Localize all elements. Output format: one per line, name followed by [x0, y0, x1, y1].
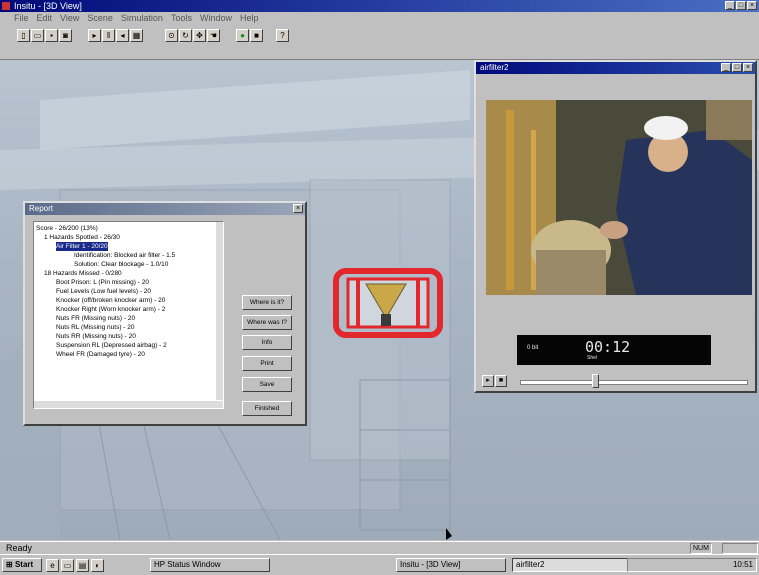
video-bit-label: 0 bit	[527, 345, 539, 351]
tree-item[interactable]: Nuts RL (Missing nuts) - 20	[56, 323, 135, 332]
video-frame	[486, 100, 752, 295]
video-seek-track[interactable]	[520, 380, 748, 385]
menu-window[interactable]: Window	[200, 12, 232, 25]
app-icon	[2, 2, 10, 10]
system-tray: 10:51	[627, 558, 757, 572]
save-button[interactable]: Save	[242, 377, 292, 392]
video-seek-thumb[interactable]	[591, 374, 599, 388]
tree-item[interactable]: Score - 26/200 (13%)	[36, 224, 98, 233]
zoom-icon[interactable]: ⊙	[165, 29, 178, 42]
menu-simulation[interactable]: Simulation	[121, 12, 163, 25]
menu-scene[interactable]: Scene	[87, 12, 113, 25]
video-close-button[interactable]: ×	[743, 63, 753, 72]
status-box	[722, 543, 758, 554]
menu-view[interactable]: View	[60, 12, 79, 25]
where-was-i-button[interactable]: Where was I?	[242, 315, 292, 330]
hand-icon[interactable]: ☚	[207, 29, 220, 42]
video-titlebar: airfilter2 _ □ ×	[476, 62, 755, 74]
video-scene	[486, 100, 752, 295]
tree-item[interactable]: Nuts RR (Missing nuts) - 20	[56, 332, 136, 341]
tree-item-selected[interactable]: Air Filter 1 - 20/20	[56, 242, 108, 251]
play-button[interactable]: ▸	[482, 375, 494, 387]
report-close-button[interactable]: ×	[293, 204, 303, 213]
tree-item[interactable]: Knocker Right (Worn knocker arm) - 2	[56, 305, 165, 314]
report-titlebar: Report ×	[25, 203, 305, 215]
rotate-icon[interactable]: ↻	[179, 29, 192, 42]
pan-icon[interactable]: ✥	[193, 29, 206, 42]
folder-icon[interactable]: ▤	[76, 559, 89, 572]
minimize-button[interactable]: _	[725, 1, 735, 10]
status-text: Ready	[6, 543, 33, 553]
camera-icon[interactable]: ◙	[59, 29, 72, 42]
report-window: Report × Score - 26/200 (13%) 1 Hazards …	[23, 201, 307, 426]
channel-icon[interactable]: ◐	[91, 559, 104, 572]
status-num: NUM	[690, 543, 712, 554]
quick-launch: e ▭ ▤ ◐	[46, 559, 104, 572]
desktop-icon[interactable]: ▭	[61, 559, 74, 572]
stop-icon[interactable]: ■	[250, 29, 263, 42]
pause-icon[interactable]: ‖	[102, 29, 115, 42]
ie-icon[interactable]: e	[46, 559, 59, 572]
where-is-it-button[interactable]: Where is it?	[242, 295, 292, 310]
video-maximize-button[interactable]: □	[732, 63, 742, 72]
start-button[interactable]: ⊞ Start	[2, 558, 42, 572]
tree-item[interactable]: Solution: Clear blockage - 1.0/10	[74, 260, 168, 269]
clock: 10:51	[732, 560, 753, 569]
info-button[interactable]: Info	[242, 335, 292, 350]
menu-file[interactable]: File	[14, 12, 29, 25]
menu-edit[interactable]: Edit	[37, 12, 53, 25]
tree-item[interactable]: Knocker (off/broken knocker arm) - 20	[56, 296, 165, 305]
taskbar-item-insitu[interactable]: Insitu - [3D View]	[396, 558, 506, 572]
tree-item[interactable]: Wheel FR (Damaged tyre) - 20	[56, 350, 145, 359]
tree-item[interactable]: Fuel Levels (Low fuel levels) - 20	[56, 287, 151, 296]
video-time: 00:12	[585, 338, 631, 356]
tree-item[interactable]: Suspension RL (Depressed airbag) - 2	[56, 341, 167, 350]
finished-button[interactable]: Finished	[242, 401, 292, 416]
taskbar: ⊞ Start e ▭ ▤ ◐ HP Status Window Insitu …	[0, 554, 759, 575]
report-title: Report	[29, 204, 54, 213]
grid-icon[interactable]: ▦	[130, 29, 143, 42]
new-icon[interactable]: ▯	[17, 29, 30, 42]
print-button[interactable]: Print	[242, 356, 292, 371]
maximize-button[interactable]: □	[736, 1, 746, 10]
tree-item[interactable]: Nuts FR (Missing nuts) - 20	[56, 314, 135, 323]
tree-item[interactable]: Boot Prison: L (Pin missing) - 20	[56, 278, 149, 287]
status-bar: Ready NUM	[0, 541, 759, 554]
app-title: Insitu - [3D View]	[14, 1, 82, 11]
menu-tools[interactable]: Tools	[171, 12, 192, 25]
report-tree[interactable]: Score - 26/200 (13%) 1 Hazards Spotted -…	[33, 221, 224, 409]
video-time-display: 0 bit 00:12 Shel	[517, 335, 711, 365]
save-icon[interactable]: ▪	[45, 29, 58, 42]
close-button[interactable]: ×	[747, 1, 757, 10]
tree-item[interactable]: Identification: Blocked air filter - 1.5	[74, 251, 175, 260]
tree-vertical-scrollbar[interactable]	[216, 222, 223, 400]
video-window: airfilter2 _ □ × 0 bit 00:12 Shel ▸ ■	[474, 60, 757, 393]
stop-button[interactable]: ■	[495, 375, 507, 387]
video-minimize-button[interactable]: _	[721, 63, 731, 72]
help-icon[interactable]: ?	[276, 29, 289, 42]
video-sub-label: Shel	[587, 355, 598, 361]
tree-item[interactable]: 1 Hazards Spotted - 26/30	[44, 233, 120, 242]
menu-help[interactable]: Help	[240, 12, 259, 25]
video-title: airfilter2	[480, 63, 509, 72]
play-icon[interactable]: ▸	[88, 29, 101, 42]
open-icon[interactable]: ▭	[31, 29, 44, 42]
record-icon[interactable]: ●	[236, 29, 249, 42]
tree-item[interactable]: 18 Hazards Missed - 0/280	[44, 269, 122, 278]
toolbar: ▯ ▭ ▪ ◙ ▸ ‖ ◂ ▦ ⊙ ↻ ✥ ☚ ● ■ ?	[0, 25, 759, 60]
taskbar-item-hp-status[interactable]: HP Status Window	[150, 558, 270, 572]
taskbar-item-airfilter[interactable]: airfilter2	[512, 558, 628, 572]
menu-bar: File Edit View Scene Simulation Tools Wi…	[0, 12, 759, 25]
app-titlebar: Insitu - [3D View] _ □ ×	[0, 0, 759, 12]
step-icon[interactable]: ◂	[116, 29, 129, 42]
tree-horizontal-scrollbar[interactable]	[34, 401, 223, 408]
